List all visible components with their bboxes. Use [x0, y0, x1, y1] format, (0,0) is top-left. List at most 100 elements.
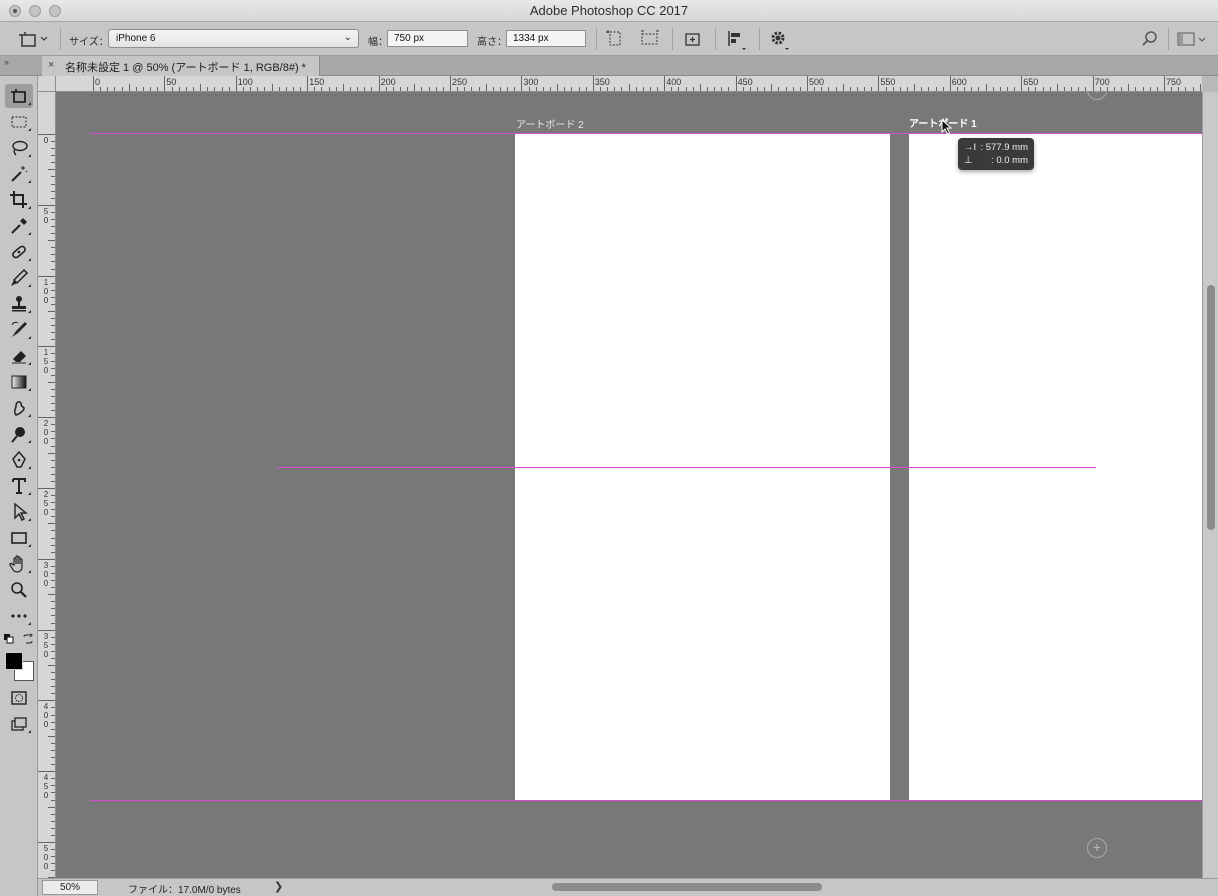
healing-brush-tool[interactable] — [5, 240, 33, 264]
ruler-minor-tick — [51, 580, 55, 582]
separator — [1168, 28, 1169, 50]
height-label: 高さ： — [477, 37, 507, 48]
add-artboard-icon[interactable] — [683, 29, 705, 49]
vertical-scrollbar-thumb[interactable] — [1207, 285, 1215, 530]
ruler-minor-tick — [342, 84, 344, 91]
horizontal-ruler[interactable]: 0 50 100 150 200 250 300 350 400 450 500 550 600 650 7… — [56, 76, 1202, 92]
ruler-major-tick — [235, 76, 237, 91]
tool-group-indicator-icon — [28, 102, 31, 105]
hand-tool[interactable] — [5, 552, 33, 576]
ruler-minor-tick — [51, 686, 55, 688]
document-tab[interactable]: × 名称未設定 1 @ 50% (アートボード 1, RGB/8#) * — [42, 56, 320, 76]
ruler-minor-tick — [51, 197, 55, 199]
ruler-minor-tick — [185, 87, 187, 91]
lasso-tool[interactable] — [5, 136, 33, 160]
title-bar: Adobe Photoshop CC 2017 — [0, 0, 1218, 22]
zoom-level-field[interactable]: 50% — [42, 880, 98, 895]
ruler-minor-tick — [51, 183, 55, 185]
eyedropper-tool[interactable] — [5, 214, 33, 238]
tooltip-x-value: : 577.9 mm — [980, 142, 1028, 153]
tool-group-indicator-icon — [28, 440, 31, 443]
position-tooltip: →I: 577.9 mm ⊥: 0.0 mm — [958, 138, 1034, 170]
ruler-minor-tick — [48, 452, 55, 454]
height-input[interactable]: 1334 px — [506, 30, 586, 47]
screen-mode-icon[interactable] — [5, 712, 33, 736]
separator — [715, 28, 716, 50]
ruler-minor-tick — [978, 87, 980, 91]
path-selection-tool[interactable] — [5, 500, 33, 524]
brush-tool[interactable] — [5, 266, 33, 290]
status-menu-arrow-icon[interactable]: ❯ — [274, 880, 283, 893]
ruler-minor-tick — [714, 87, 716, 91]
ruler-minor-tick — [321, 87, 323, 91]
artboard-tool[interactable] — [5, 84, 33, 108]
default-colors-icon[interactable] — [4, 634, 14, 647]
workspace-switcher-icon[interactable] — [1176, 29, 1206, 49]
magic-wand-tool[interactable] — [5, 162, 33, 186]
artboard-2-label[interactable]: アートボード 2 — [516, 116, 584, 131]
ruler-minor-tick — [685, 87, 687, 91]
ruler-minor-tick — [135, 87, 137, 91]
clone-stamp-tool[interactable] — [5, 292, 33, 316]
history-brush-tool[interactable] — [5, 318, 33, 342]
pen-tool[interactable] — [5, 448, 33, 472]
swap-colors-icon[interactable] — [22, 633, 34, 648]
foreground-color-swatch[interactable] — [5, 652, 23, 670]
add-artboard-button[interactable]: + — [1087, 92, 1107, 100]
search-icon[interactable] — [1140, 29, 1162, 49]
gear-icon[interactable] — [768, 29, 790, 50]
ruler-minor-tick — [357, 87, 359, 91]
add-artboard-button[interactable]: + — [1087, 838, 1107, 858]
panel-collapse-icon[interactable]: ›› — [4, 57, 9, 67]
ruler-major-tick — [949, 76, 951, 91]
ruler-minor-tick — [849, 87, 851, 91]
ruler-origin[interactable] — [38, 76, 56, 92]
zoom-tool[interactable] — [5, 578, 33, 602]
ruler-major-tick — [38, 629, 55, 631]
ruler-minor-tick — [407, 87, 409, 91]
vertical-ruler[interactable]: 0 50 100 150 200 250 300 350 400 450 500 — [38, 92, 56, 878]
ruler-minor-tick — [906, 87, 908, 91]
size-preset-value: iPhone 6 — [116, 33, 156, 44]
type-tool[interactable] — [5, 474, 33, 498]
ruler-minor-tick — [48, 381, 55, 383]
ruler-minor-tick — [51, 261, 55, 263]
ruler-minor-tick — [856, 87, 858, 91]
gradient-tool[interactable] — [5, 370, 33, 394]
vertical-scrollbar[interactable] — [1202, 92, 1218, 878]
make-portrait-icon[interactable] — [605, 29, 627, 49]
ruler-minor-tick — [221, 87, 223, 91]
ruler-minor-tick — [314, 87, 316, 91]
tool-group-indicator-icon — [28, 232, 31, 235]
ruler-minor-tick — [51, 148, 55, 150]
ruler-minor-tick — [51, 544, 55, 546]
ruler-minor-tick — [51, 870, 55, 872]
ruler-tick-label: 200 — [43, 419, 49, 447]
tool-group-indicator-icon — [28, 180, 31, 183]
marquee-tool[interactable] — [5, 110, 33, 134]
width-input[interactable]: 750 px — [387, 30, 468, 47]
more-tools-icon[interactable] — [5, 604, 33, 628]
artboard-tool-preset-icon[interactable] — [18, 29, 48, 49]
rectangle-tool[interactable] — [5, 526, 33, 550]
ruler-minor-tick — [771, 84, 773, 91]
size-preset-select[interactable]: iPhone 6 ⌄ — [108, 29, 359, 48]
smudge-tool[interactable] — [5, 396, 33, 420]
close-tab-icon[interactable]: × — [48, 59, 54, 71]
ruler-minor-tick — [428, 87, 430, 91]
ruler-minor-tick — [842, 84, 844, 91]
horizontal-scrollbar[interactable] — [284, 879, 1202, 896]
ruler-minor-tick — [956, 87, 958, 91]
ruler-minor-tick — [764, 87, 766, 91]
ruler-minor-tick — [1028, 87, 1030, 91]
horizontal-scrollbar-thumb[interactable] — [552, 883, 822, 891]
align-left-icon[interactable] — [726, 29, 748, 50]
quick-mask-icon[interactable] — [5, 686, 33, 710]
ruler-minor-tick — [51, 615, 55, 617]
make-landscape-icon[interactable] — [639, 29, 661, 49]
ruler-tick-label: 100 — [43, 277, 49, 305]
dodge-tool[interactable] — [5, 422, 33, 446]
document-canvas[interactable]: アートボード 2 アートボード 1 + + →I: 577.9 mm ⊥: 0.… — [56, 92, 1202, 878]
eraser-tool[interactable] — [5, 344, 33, 368]
crop-tool[interactable] — [5, 188, 33, 212]
